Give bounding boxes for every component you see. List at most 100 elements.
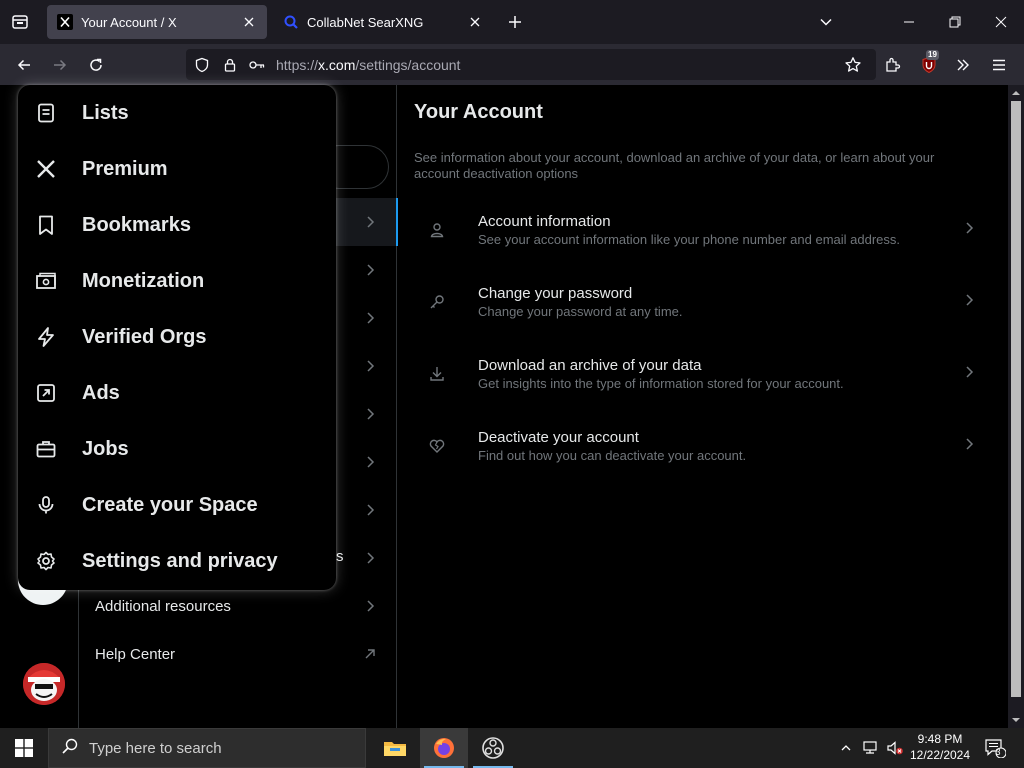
more-menu-popup: Lists Premium Bookmarks Monetization Ver… [18,85,336,590]
taskbar-clock[interactable]: 9:48 PM 12/22/2024 [904,731,976,763]
hamburger-menu-icon[interactable] [986,52,1012,78]
x-logo-icon [34,157,58,181]
chevron-right-icon [361,501,379,519]
chevron-right-icon [962,437,980,455]
row-title: Download an archive of your data [478,357,702,374]
close-tab-icon[interactable] [467,14,483,30]
list-icon [34,101,58,125]
briefcase-icon [34,437,58,461]
obs-taskbar-icon[interactable] [469,728,517,768]
avatar[interactable] [23,663,65,705]
page-scrollbar[interactable] [1008,85,1024,728]
windows-start-icon[interactable] [0,728,48,768]
key-permission-icon[interactable] [248,56,266,74]
menu-item-ads[interactable]: Ads [18,365,336,421]
search-favicon-icon [283,14,299,30]
search-placeholder: Type here to search [89,739,222,757]
row-subtitle: See your account information like your p… [478,232,901,247]
money-icon [34,269,58,293]
notifications-icon[interactable]: 3 [980,728,1010,768]
taskbar-search-input[interactable]: Type here to search [48,728,366,768]
partial-settings-label: s [336,548,344,565]
browser-tab-bar: Your Account / X CollabNet SearXNG [0,0,1024,44]
show-hidden-icons-icon[interactable] [836,728,856,768]
menu-item-jobs[interactable]: Jobs [18,421,336,477]
search-icon [61,737,79,760]
download-archive-row[interactable]: Download an archive of your data Get ins… [398,357,996,429]
firefox-view-icon[interactable] [8,10,32,34]
bookmark-star-icon[interactable] [840,52,866,78]
tab-your-account[interactable]: Your Account / X [47,5,267,39]
menu-item-premium[interactable]: Premium [18,141,336,197]
settings-item-label: Additional resources [95,597,231,615]
broken-heart-icon [428,437,446,460]
file-explorer-icon[interactable] [371,728,419,768]
shield-icon[interactable] [193,56,211,74]
microphone-icon [34,493,58,517]
url-host: x.com [318,57,356,73]
chevron-right-icon [361,597,379,615]
back-icon[interactable] [11,52,37,78]
menu-item-create-space[interactable]: Create your Space [18,477,336,533]
chevron-right-icon [962,293,980,311]
external-link-icon [361,645,379,663]
chevron-right-icon [962,221,980,239]
firefox-taskbar-icon[interactable] [420,728,468,768]
page-title: Your Account [414,101,543,123]
menu-item-label: Create your Space [82,493,258,516]
menu-item-monetization[interactable]: Monetization [18,253,336,309]
menu-item-verified-orgs[interactable]: Verified Orgs [18,309,336,365]
person-icon [428,221,446,244]
download-icon [428,365,446,388]
tab-title: CollabNet SearXNG [307,14,424,30]
chevron-right-icon [962,365,980,383]
browser-nav-bar: https://x.com/settings/account [0,44,1024,85]
chevron-right-icon [361,357,379,375]
menu-item-lists[interactable]: Lists [18,85,336,141]
scrollbar-thumb[interactable] [1011,101,1021,697]
lock-icon[interactable] [221,56,239,74]
page-description: See information about your account, down… [414,150,935,181]
chevron-right-icon [361,405,379,423]
url-bar[interactable]: https://x.com/settings/account [186,49,876,80]
overflow-chevron-icon[interactable] [950,52,976,78]
account-information-row[interactable]: Account information See your account inf… [398,213,996,285]
clock-time: 9:48 PM [917,732,963,746]
extensions-icon[interactable] [880,52,906,78]
bookmark-icon [34,213,58,237]
close-tab-icon[interactable] [241,14,257,30]
tab-title: Your Account / X [81,14,177,30]
menu-item-label: Jobs [82,437,129,460]
scroll-up-icon[interactable] [1012,89,1020,97]
minimize-icon[interactable] [894,8,924,36]
reload-icon[interactable] [83,52,109,78]
settings-item-label: Help Center [95,645,176,663]
chevron-right-icon [361,261,379,279]
forward-icon[interactable] [47,52,73,78]
settings-item-help-center[interactable]: Help Center [79,630,397,678]
menu-item-label: Monetization [82,269,205,292]
row-title: Deactivate your account [478,429,639,446]
menu-item-bookmarks[interactable]: Bookmarks [18,197,336,253]
scroll-down-icon[interactable] [1012,716,1020,724]
close-window-icon[interactable] [986,8,1016,36]
new-tab-icon[interactable] [503,10,527,34]
restore-icon[interactable] [940,8,970,36]
menu-item-settings-privacy[interactable]: Settings and privacy [18,533,336,589]
lightning-icon [34,325,58,349]
deactivate-account-row[interactable]: Deactivate your account Find out how you… [398,429,996,501]
gear-icon [34,549,58,573]
row-title: Change your password [478,285,633,302]
network-icon[interactable] [860,728,882,768]
x-favicon-icon [57,14,73,30]
menu-item-label: Premium [82,157,168,180]
url-text[interactable]: https://x.com/settings/account [276,57,460,73]
volume-muted-icon[interactable] [884,728,906,768]
extension-badge: 19 [926,50,939,60]
change-password-row[interactable]: Change your password Change your passwor… [398,285,996,357]
list-all-tabs-icon[interactable] [814,10,838,34]
row-subtitle: Get insights into the type of informatio… [478,376,844,391]
menu-item-label: Settings and privacy [82,549,278,572]
tab-searxng[interactable]: CollabNet SearXNG [273,5,493,39]
url-scheme: https:// [276,57,319,73]
